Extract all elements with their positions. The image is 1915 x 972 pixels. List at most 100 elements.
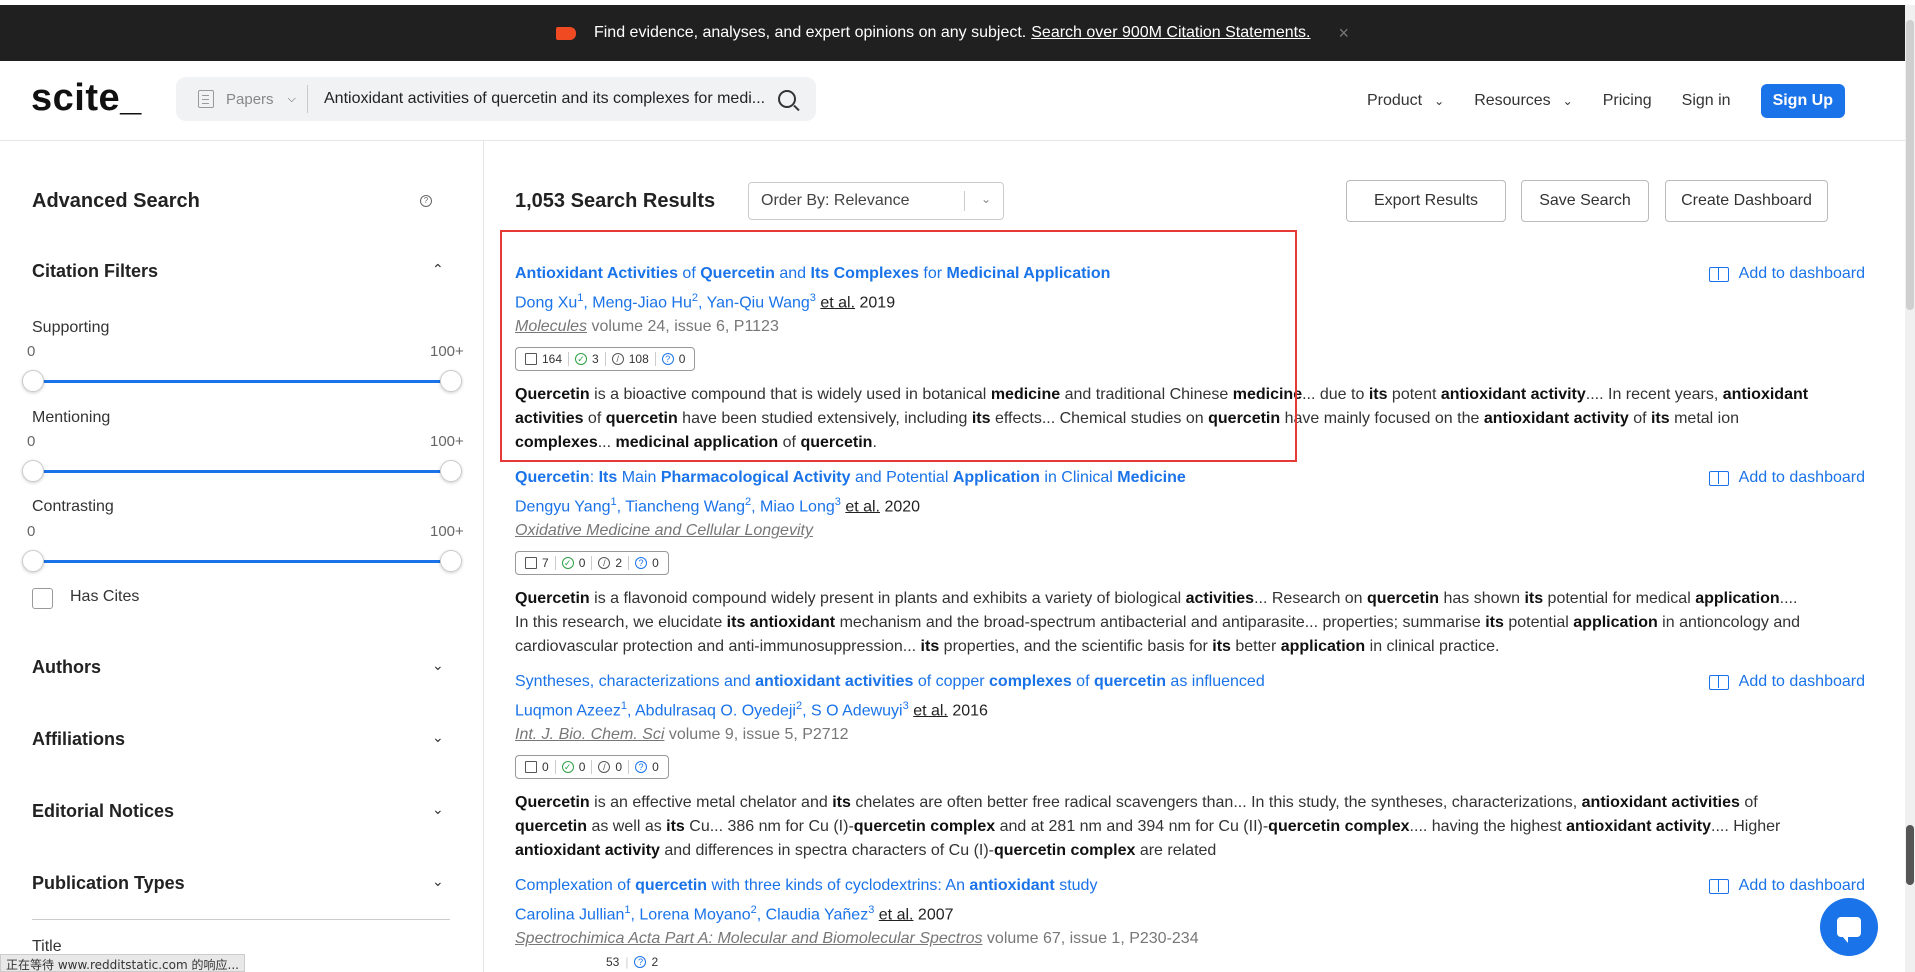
contrasting-slider[interactable] bbox=[22, 550, 462, 572]
result-journal: Spectrochimica Acta Part A: Molecular an… bbox=[515, 927, 1835, 951]
banner-link[interactable]: Search over 900M Citation Statements. bbox=[1031, 24, 1310, 42]
order-by-select[interactable]: Order By: Relevance ⌄ bbox=[748, 182, 1004, 220]
scite-logo[interactable]: scite_ bbox=[31, 77, 142, 120]
contrasting-count: ? 0 bbox=[661, 347, 685, 371]
scrollbar-thumb[interactable] bbox=[1906, 20, 1914, 310]
badge-divider bbox=[628, 760, 630, 775]
question-icon: ? bbox=[635, 557, 648, 570]
author-link[interactable]: Tiancheng Wang bbox=[625, 498, 745, 515]
count-value: 0 bbox=[578, 556, 586, 571]
chat-icon bbox=[1837, 917, 1861, 943]
search-input[interactable]: Antioxidant activities of quercetin and … bbox=[324, 90, 774, 108]
result-title[interactable]: Antioxidant Activities of Quercetin and … bbox=[515, 262, 1835, 286]
count-value: 0 bbox=[652, 760, 659, 775]
affiliations-heading[interactable]: Affiliations bbox=[32, 729, 125, 750]
citation-badges[interactable]: 7 ✓ 0 /2 ? 0 bbox=[515, 551, 669, 576]
slider-min-handle[interactable] bbox=[22, 550, 44, 572]
result-title[interactable]: Syntheses, characterizations and antioxi… bbox=[515, 670, 1835, 694]
chevron-down-icon[interactable]: ⌄ bbox=[432, 873, 444, 890]
save-search-button[interactable]: Save Search bbox=[1521, 180, 1649, 222]
slider-max-handle[interactable] bbox=[440, 550, 462, 572]
author-link[interactable]: Claudia Yañez bbox=[766, 906, 869, 923]
signup-button[interactable]: Sign Up bbox=[1760, 84, 1845, 118]
journal-link[interactable]: Int. J. Bio. Chem. Sci bbox=[515, 726, 664, 743]
chevron-down-icon[interactable]: ⌄ bbox=[432, 657, 444, 674]
badge-divider bbox=[591, 556, 593, 571]
results-count: 1,053 Search Results bbox=[515, 190, 716, 212]
author-link[interactable]: Luqmon Azeez bbox=[515, 702, 621, 719]
count-value: 0 bbox=[652, 556, 659, 571]
close-icon[interactable]: × bbox=[1339, 23, 1350, 44]
chat-button[interactable] bbox=[1820, 898, 1878, 956]
et-al-link[interactable]: et al. bbox=[820, 294, 855, 311]
journal-link[interactable]: Molecules bbox=[515, 318, 587, 335]
authors-heading[interactable]: Authors bbox=[32, 657, 101, 678]
result-snippet: Quercetin is a flavonoid compound widely… bbox=[515, 590, 1801, 656]
count-value: 2 bbox=[651, 955, 659, 969]
nav-pricing[interactable]: Pricing bbox=[1603, 92, 1652, 110]
contrasting-count: ? 0 bbox=[635, 551, 659, 575]
mentioning-slider[interactable] bbox=[22, 460, 462, 482]
publications-count: 0 bbox=[525, 755, 549, 779]
result-title[interactable]: Complexation of quercetin with three kin… bbox=[515, 874, 1835, 898]
has-cites-checkbox[interactable] bbox=[32, 588, 53, 609]
result-title[interactable]: Quercetin: Its Main Pharmacological Acti… bbox=[515, 466, 1835, 490]
help-icon[interactable]: ? bbox=[420, 195, 432, 207]
journal-link[interactable]: Spectrochimica Acta Part A: Molecular an… bbox=[515, 930, 982, 947]
editorial-notices-heading[interactable]: Editorial Notices bbox=[32, 801, 174, 822]
citation-badges[interactable]: 0 ✓ 0 /0 ? 0 bbox=[515, 755, 669, 780]
journal-link[interactable]: Oxidative Medicine and Cellular Longevit… bbox=[515, 522, 813, 539]
create-dashboard-button[interactable]: Create Dashboard bbox=[1665, 180, 1828, 222]
mentioning-max: 100+ bbox=[430, 433, 464, 450]
add-to-dashboard-button[interactable]: Add to dashboard bbox=[1708, 466, 1865, 490]
check-icon: ✓ bbox=[561, 557, 574, 570]
nav-product-label: Product bbox=[1366, 92, 1423, 109]
author-link[interactable]: S O Adewuyi bbox=[811, 702, 903, 719]
question-icon: ? bbox=[634, 956, 647, 968]
nav-resources[interactable]: Resources ⌄ bbox=[1474, 92, 1573, 110]
count-value: 108 bbox=[628, 352, 649, 367]
result-authors: Dengyu Yang1, Tiancheng Wang2, Miao Long… bbox=[515, 496, 921, 516]
filter-sidebar: Advanced Search ? Citation Filters ⌃ Sup… bbox=[0, 141, 484, 972]
scrollbar-secondary-thumb[interactable] bbox=[1906, 825, 1914, 885]
slider-max-handle[interactable] bbox=[440, 460, 462, 482]
badge-divider bbox=[554, 556, 556, 571]
author-link[interactable]: Dong Xu bbox=[515, 294, 577, 311]
add-to-dashboard-button[interactable]: Add to dashboard bbox=[1708, 262, 1865, 286]
add-to-dashboard-button[interactable]: Add to dashboard bbox=[1708, 874, 1865, 898]
document-icon bbox=[525, 557, 537, 570]
author-link[interactable]: Lorena Moyano bbox=[639, 906, 750, 923]
export-results-button[interactable]: Export Results bbox=[1346, 180, 1506, 222]
supporting-slider[interactable] bbox=[22, 370, 462, 392]
search-icon[interactable] bbox=[778, 90, 796, 108]
author-link[interactable]: Dengyu Yang bbox=[515, 498, 610, 515]
nav-product[interactable]: Product ⌄ bbox=[1367, 92, 1444, 110]
result-journal: Oxidative Medicine and Cellular Longevit… bbox=[515, 519, 1835, 543]
chevron-down-icon[interactable]: ⌄ bbox=[432, 729, 444, 746]
et-al-link[interactable]: et al. bbox=[913, 702, 948, 719]
contrasting-count: ? 0 bbox=[635, 755, 659, 779]
citation-badges[interactable]: 164 ✓ 3 /108 ? 0 bbox=[515, 347, 696, 372]
result-item: Syntheses, characterizations and antioxi… bbox=[515, 670, 1865, 863]
citation-filters-heading[interactable]: Citation Filters bbox=[32, 261, 158, 282]
et-al-link[interactable]: et al. bbox=[879, 906, 914, 923]
search-scope-select[interactable]: Papers ⌵ bbox=[176, 85, 308, 113]
nav-signin[interactable]: Sign in bbox=[1682, 92, 1731, 110]
slider-min-handle[interactable] bbox=[22, 460, 44, 482]
slider-min-handle[interactable] bbox=[22, 370, 44, 392]
chevron-up-icon[interactable]: ⌃ bbox=[432, 261, 444, 278]
et-al-link[interactable]: et al. bbox=[845, 498, 880, 515]
publication-types-heading[interactable]: Publication Types bbox=[32, 873, 185, 894]
badge-divider: | bbox=[625, 955, 629, 969]
author-link[interactable]: Carolina Jullian bbox=[515, 906, 624, 923]
author-link[interactable]: Yan-Qiu Wang bbox=[707, 294, 810, 311]
add-to-dashboard-button[interactable]: Add to dashboard bbox=[1708, 670, 1865, 694]
author-link[interactable]: Abdulrasaq O. Oyedeji bbox=[635, 702, 796, 719]
author-link[interactable]: Meng-Jiao Hu bbox=[592, 294, 692, 311]
author-link[interactable]: Miao Long bbox=[760, 498, 835, 515]
citation-badges-partial: 53 | ? 2 bbox=[606, 955, 658, 969]
slider-max-handle[interactable] bbox=[440, 370, 462, 392]
chevron-down-icon[interactable]: ⌄ bbox=[432, 801, 444, 818]
mentioning-count: /2 bbox=[598, 551, 622, 575]
browser-status-bar: 正在等待 www.redditstatic.com 的响应... bbox=[0, 954, 245, 972]
